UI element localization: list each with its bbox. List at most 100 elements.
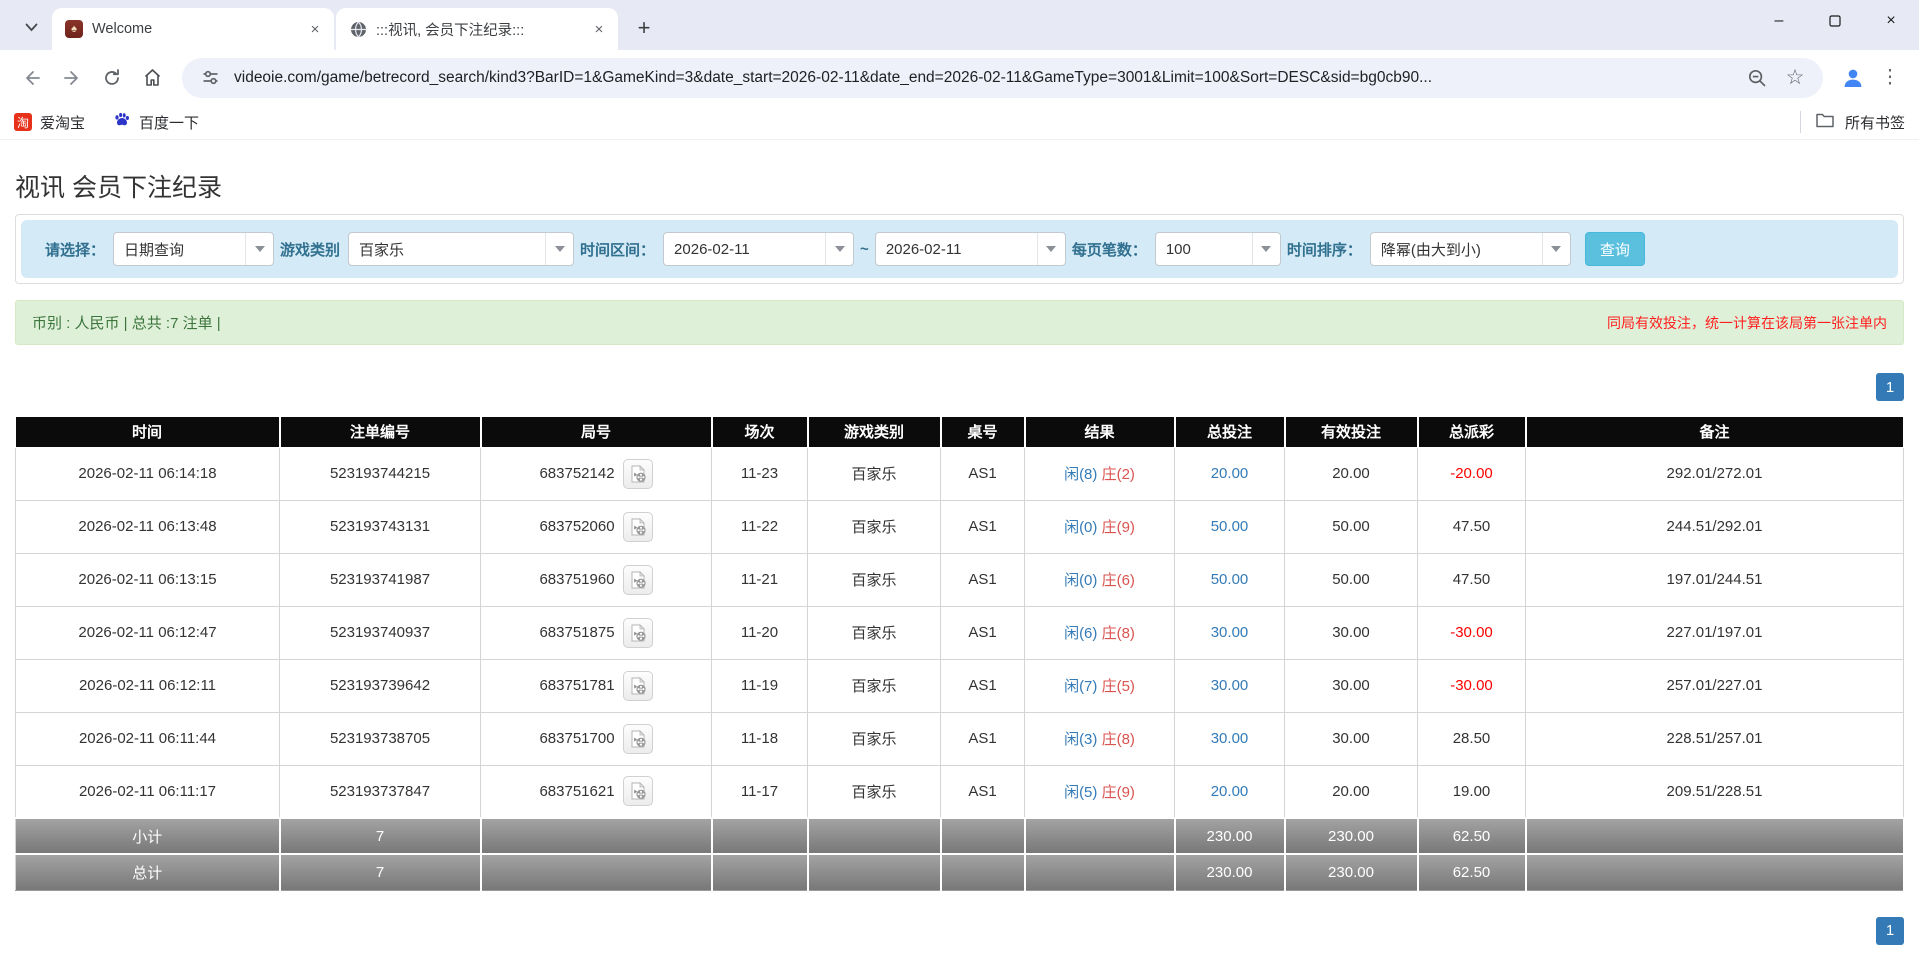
dropdown-arrow-icon[interactable] — [825, 233, 853, 265]
video-replay-button[interactable] — [622, 564, 653, 595]
url-text[interactable]: videoie.com/game/betrecord_search/kind3?… — [234, 69, 1733, 87]
summary-cell: 62.50 — [1417, 853, 1527, 891]
select-type-label: 请选择： — [45, 241, 106, 259]
total-bet-link[interactable]: 50.00 — [1211, 518, 1249, 535]
remark-cell: 244.51/292.01 — [1525, 499, 1904, 554]
table-no-cell: AS1 — [940, 764, 1025, 819]
new-tab-button[interactable]: + — [628, 12, 660, 44]
forward-button[interactable] — [52, 58, 92, 98]
table-no-cell: AS1 — [940, 711, 1025, 766]
summary-cell — [807, 817, 942, 855]
summary-cell: 230.00 — [1174, 853, 1286, 891]
site-info-icon[interactable] — [196, 64, 224, 92]
all-bookmarks-button[interactable]: 所有书签 — [1799, 111, 1905, 133]
baidu-paw-icon — [113, 111, 131, 133]
time-cell: 2026-02-11 06:13:15 — [15, 552, 280, 607]
reload-button[interactable] — [92, 58, 132, 98]
payout-cell: -30.00 — [1417, 658, 1526, 713]
session-cell: 11-21 — [711, 552, 808, 607]
minimize-button[interactable]: – — [1751, 0, 1807, 42]
tab-welcome[interactable]: ♠ Welcome × — [52, 8, 334, 50]
total-bet-link[interactable]: 30.00 — [1211, 677, 1249, 694]
time-cell: 2026-02-11 06:14:18 — [15, 446, 280, 501]
date-start-select[interactable]: 2026-02-11 — [663, 232, 855, 266]
page-size-select[interactable]: 100 — [1154, 232, 1281, 266]
remark-cell: 227.01/197.01 — [1525, 605, 1904, 660]
total-bet-link[interactable]: 50.00 — [1211, 571, 1249, 588]
back-button[interactable] — [12, 58, 52, 98]
total-bet-link[interactable]: 20.00 — [1211, 783, 1249, 800]
home-button[interactable] — [132, 58, 172, 98]
zoom-out-icon[interactable] — [1743, 64, 1771, 92]
video-replay-button[interactable] — [622, 723, 653, 754]
summary-cell — [480, 817, 713, 855]
sort-select[interactable]: 降幂(由大到小) — [1369, 232, 1571, 266]
page-1-button[interactable]: 1 — [1876, 373, 1904, 401]
bet-id-cell: 523193743131 — [279, 499, 481, 554]
game-kind-cell: 百家乐 — [807, 446, 941, 501]
total-bet-link[interactable]: 30.00 — [1211, 624, 1249, 641]
summary-cell — [1024, 853, 1176, 891]
query-type-select[interactable]: 日期查询 — [113, 232, 275, 266]
bet-records-table: 时间 注单编号 局号 场次 游戏类别 桌号 结果 总投注 有效投注 总派彩 备注 2026-02-1… — [15, 417, 1905, 891]
session-cell: 11-20 — [711, 605, 808, 660]
total-bet-link[interactable]: 30.00 — [1211, 730, 1249, 747]
result-player: 闲(0) — [1064, 519, 1098, 536]
column-header: 结果 — [1024, 417, 1176, 448]
taobao-icon: 淘 — [14, 113, 32, 131]
date-end-select[interactable]: 2026-02-11 — [874, 232, 1066, 266]
summary-cell — [940, 817, 1026, 855]
date-range-label: 时间区间： — [580, 241, 656, 259]
maximize-button[interactable] — [1807, 0, 1863, 42]
tab-betrecord-active[interactable]: :::视讯, 会员下注纪录::: × — [336, 8, 618, 50]
dropdown-arrow-icon[interactable] — [545, 233, 573, 265]
remark-cell: 228.51/257.01 — [1525, 711, 1904, 766]
video-replay-button[interactable] — [622, 511, 653, 542]
tab-close-icon[interactable]: × — [588, 18, 610, 40]
dropdown-arrow-icon[interactable] — [1036, 233, 1065, 265]
total-bet-cell: 50.00 — [1174, 552, 1285, 607]
page-1-button[interactable]: 1 — [1876, 916, 1904, 945]
table-no-cell: AS1 — [940, 605, 1025, 660]
result-banker: 庄(2) — [1101, 466, 1135, 483]
total-row: 总计 7 230.00 230.00 62.50 — [15, 853, 1905, 891]
tilde-separator: ~ — [860, 240, 869, 258]
dropdown-arrow-icon[interactable] — [245, 233, 273, 265]
dropdown-arrow-icon[interactable] — [1541, 233, 1570, 265]
round-cell: 683751875 — [480, 605, 712, 660]
valid-bet-cell: 30.00 — [1284, 605, 1418, 660]
tab-close-icon[interactable]: × — [304, 18, 326, 40]
total-bet-link[interactable]: 20.00 — [1211, 465, 1249, 482]
payout-cell: 19.00 — [1417, 764, 1526, 819]
video-replay-button[interactable] — [622, 458, 653, 489]
round-cell: 683752060 — [480, 499, 712, 554]
summary-cell: 230.00 — [1284, 817, 1419, 855]
address-bar[interactable]: videoie.com/game/betrecord_search/kind3?… — [182, 57, 1823, 98]
summary-cell — [940, 853, 1026, 891]
round-id-wrap: 683751875 — [539, 617, 653, 648]
video-replay-button[interactable] — [622, 617, 653, 648]
folder-icon — [1815, 111, 1835, 133]
browser-menu-button[interactable]: ⋮ — [1873, 61, 1907, 95]
bet-id-cell: 523193737847 — [279, 764, 481, 819]
total-bet-cell: 50.00 — [1174, 499, 1285, 554]
bookmark-taobao[interactable]: 淘 爱淘宝 — [14, 112, 85, 133]
video-replay-button[interactable] — [622, 776, 653, 807]
bookmark-star-icon[interactable]: ☆ — [1781, 64, 1809, 92]
column-header: 有效投注 — [1284, 417, 1419, 448]
search-button[interactable]: 查询 — [1584, 232, 1645, 266]
game-kind-select[interactable]: 百家乐 — [348, 232, 575, 266]
column-header: 注单编号 — [279, 417, 482, 448]
bet-record-row: 2026-02-11 06:11:17 523193737847 683751621… — [15, 764, 1904, 819]
bookmark-baidu[interactable]: 百度一下 — [113, 111, 199, 133]
tab-search-chevron-button[interactable] — [16, 12, 46, 42]
dropdown-arrow-icon[interactable] — [1251, 233, 1280, 265]
summary-cell — [1024, 817, 1176, 855]
profile-avatar[interactable] — [1833, 58, 1873, 98]
close-window-button[interactable]: × — [1863, 0, 1919, 42]
video-replay-button[interactable] — [622, 670, 653, 701]
bet-record-row: 2026-02-11 06:12:11 523193739642 683751781… — [15, 658, 1904, 713]
bet-id-cell: 523193740937 — [279, 605, 481, 660]
film-clip-icon — [631, 623, 646, 641]
game-kind-cell: 百家乐 — [807, 658, 941, 713]
